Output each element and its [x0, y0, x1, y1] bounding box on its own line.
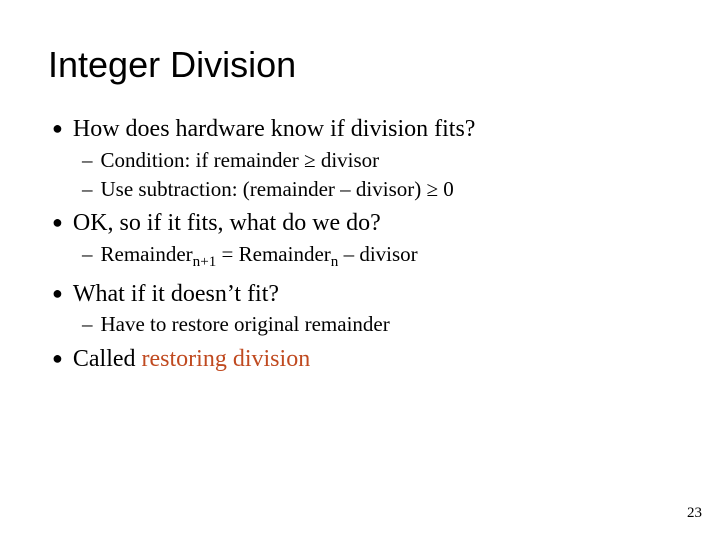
bullet-dot-icon: ●: [52, 208, 63, 236]
bullet-level1: ● What if it doesn’t fit?: [52, 279, 680, 310]
bullet-level2: – Have to restore original remainder: [82, 311, 680, 338]
accent-text: restoring division: [142, 346, 311, 372]
text-fragment: – divisor: [338, 242, 417, 266]
bullet-dash-icon: –: [82, 176, 93, 203]
bullet-text: What if it doesn’t fit?: [73, 279, 680, 310]
subscript: n+1: [193, 254, 217, 270]
bullet-level2: – Remaindern+1 = Remaindern – divisor: [82, 241, 680, 273]
bullet-text: OK, so if it fits, what do we do?: [73, 208, 680, 239]
bullet-dot-icon: ●: [52, 279, 63, 307]
slide-title: Integer Division: [48, 44, 680, 86]
bullet-dot-icon: ●: [52, 344, 63, 372]
slide-content: ● How does hardware know if division fit…: [48, 114, 680, 375]
text-fragment: Remainder: [101, 242, 193, 266]
bullet-text: Called restoring division: [73, 344, 680, 375]
bullet-text: Remaindern+1 = Remaindern – divisor: [101, 241, 681, 273]
bullet-level1: ● Called restoring division: [52, 344, 680, 375]
bullet-dash-icon: –: [82, 311, 93, 338]
bullet-text: Have to restore original remainder: [101, 311, 681, 338]
bullet-dash-icon: –: [82, 241, 93, 268]
slide-container: Integer Division ● How does hardware kno…: [0, 0, 720, 375]
page-number: 23: [687, 505, 702, 522]
text-fragment: = Remainder: [216, 242, 330, 266]
bullet-text: Condition: if remainder ≥ divisor: [101, 147, 681, 174]
bullet-level2: – Use subtraction: (remainder – divisor)…: [82, 176, 680, 203]
bullet-text: How does hardware know if division fits?: [73, 114, 680, 145]
bullet-level1: ● OK, so if it fits, what do we do?: [52, 208, 680, 239]
bullet-level2: – Condition: if remainder ≥ divisor: [82, 147, 680, 174]
bullet-dot-icon: ●: [52, 114, 63, 142]
text-fragment: Called: [73, 346, 142, 372]
bullet-text: Use subtraction: (remainder – divisor) ≥…: [101, 176, 681, 203]
bullet-level1: ● How does hardware know if division fit…: [52, 114, 680, 145]
bullet-dash-icon: –: [82, 147, 93, 174]
